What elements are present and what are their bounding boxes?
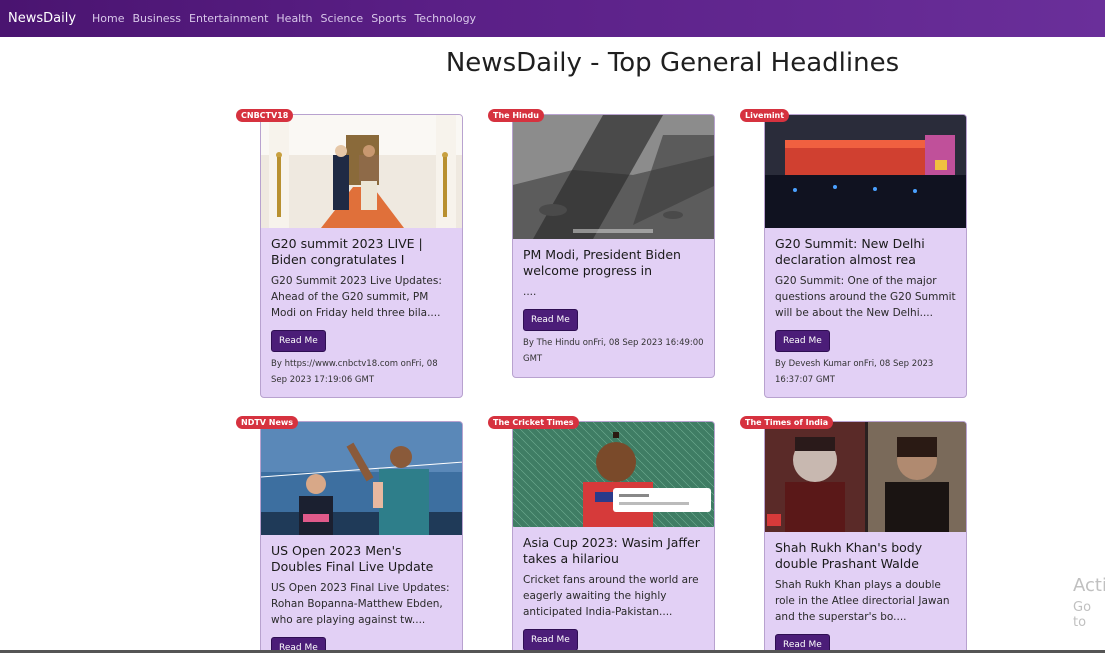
card-title: G20 summit 2023 LIVE | Biden congratulat…: [271, 236, 423, 267]
navbar: NewsDaily Home Business Entertainment He…: [0, 0, 1105, 37]
nav-link-home[interactable]: Home: [92, 12, 124, 25]
nav-link-technology[interactable]: Technology: [414, 12, 476, 25]
card-title: G20 Summit: New Delhi declaration almost…: [775, 236, 925, 267]
read-me-button[interactable]: Read Me: [271, 330, 326, 352]
news-card: CNBCTV18 G20 summit 2023 LIVE | Biden co…: [236, 109, 463, 398]
news-image[interactable]: [513, 115, 714, 239]
source-badge: CNBCTV18: [236, 109, 294, 122]
news-card: Livemint G20 Summit: New Delhi declarati…: [740, 109, 967, 398]
source-badge: The Times of India: [740, 416, 834, 429]
activation-watermark-title: Acti: [1073, 575, 1105, 596]
card-description: ....: [523, 286, 537, 298]
nav-link-business[interactable]: Business: [133, 12, 182, 25]
brand-link[interactable]: NewsDaily: [8, 11, 76, 26]
news-card: NDTV News US Open 2023 Men's Doubles Fin…: [236, 416, 463, 653]
source-badge: The Cricket Times: [488, 416, 579, 429]
news-image[interactable]: [261, 422, 462, 535]
card-title: Shah Rukh Khan's body double Prashant Wa…: [775, 540, 923, 571]
read-me-button[interactable]: Read Me: [523, 629, 578, 651]
card-description: US Open 2023 Final Live Updates: Rohan B…: [271, 582, 450, 626]
card-byline: By Devesh Kumar onFri, 08 Sep 2023 16:37…: [775, 359, 934, 385]
card-title: PM Modi, President Biden welcome progres…: [523, 247, 681, 278]
news-image[interactable]: [513, 422, 714, 527]
news-image[interactable]: [765, 115, 966, 228]
card-description: Shah Rukh Khan plays a double role in th…: [775, 579, 950, 623]
activation-watermark-subtitle: Go to: [1073, 600, 1092, 630]
page-title: NewsDaily - Top General Headlines: [445, 48, 900, 78]
source-badge: NDTV News: [236, 416, 299, 429]
nav-link-science[interactable]: Science: [321, 12, 364, 25]
read-me-button[interactable]: Read Me: [523, 309, 578, 331]
news-image[interactable]: [765, 422, 966, 532]
card-byline: By https://www.cnbctv18.com onFri, 08 Se…: [271, 359, 438, 385]
read-me-button[interactable]: Read Me: [775, 330, 830, 352]
source-badge: Livemint: [740, 109, 790, 122]
card-description: Cricket fans around the world are eagerl…: [523, 574, 699, 618]
card-title: US Open 2023 Men's Doubles Final Live Up…: [271, 543, 434, 574]
source-badge: The Hindu: [488, 109, 544, 122]
card-description: G20 Summit: One of the major questions a…: [775, 275, 956, 319]
news-card: The Times of India Shah Rukh Khan's body…: [740, 416, 967, 653]
news-card: The Cricket Times Asia Cup 2023: Wasim J…: [488, 416, 715, 653]
news-card: The Hindu PM Modi, President Biden welco…: [488, 109, 715, 378]
nav-link-entertainment[interactable]: Entertainment: [189, 12, 268, 25]
nav-link-health[interactable]: Health: [276, 12, 312, 25]
nav-link-sports[interactable]: Sports: [371, 12, 406, 25]
card-title: Asia Cup 2023: Wasim Jaffer takes a hila…: [523, 535, 700, 566]
card-byline: By The Hindu onFri, 08 Sep 2023 16:49:00…: [523, 338, 704, 364]
news-image[interactable]: [261, 115, 462, 228]
card-description: G20 Summit 2023 Live Updates: Ahead of t…: [271, 275, 442, 319]
